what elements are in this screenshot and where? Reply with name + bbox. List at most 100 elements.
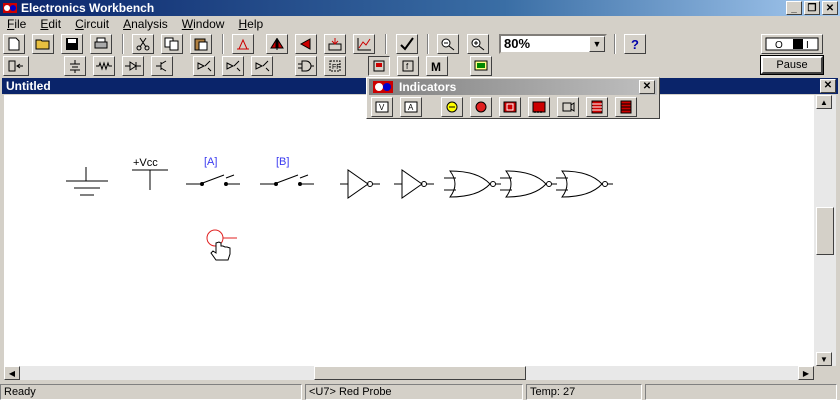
miscellaneous-bin-button[interactable]: M — [426, 56, 448, 76]
scroll-down-button[interactable]: ▼ — [816, 352, 832, 366]
flip-vertical-button[interactable] — [295, 34, 317, 54]
create-subcircuit-button[interactable] — [353, 34, 375, 54]
resistor-icon — [96, 61, 112, 71]
indicators-bin-button[interactable] — [368, 56, 390, 76]
copy-button[interactable] — [161, 34, 183, 54]
decoded-bargraph-button[interactable] — [615, 97, 637, 117]
cut-button[interactable] — [132, 34, 154, 54]
indicators-title-bar[interactable]: Indicators ✕ — [369, 79, 657, 95]
status-state: Ready — [0, 384, 302, 400]
vertical-scroll-thumb[interactable] — [816, 207, 834, 255]
menu-edit[interactable]: Edit — [33, 16, 68, 33]
graph-icon — [357, 38, 371, 51]
not-gate-1[interactable] — [340, 169, 380, 199]
description-button[interactable] — [396, 34, 418, 54]
transistors-bin-button[interactable] — [151, 56, 173, 76]
zoom-select[interactable]: 80% ▼ — [499, 34, 607, 54]
ground-component[interactable] — [66, 167, 108, 196]
circuit-schematic: +Vcc [A] [B] — [66, 156, 613, 261]
flip-horizontal-button[interactable] — [266, 34, 288, 54]
red-probe-component[interactable] — [206, 229, 237, 247]
vertical-scrollbar[interactable]: ▲ ▼ — [814, 95, 836, 366]
ammeter-button[interactable]: A — [400, 97, 422, 117]
menu-help[interactable]: Help — [231, 16, 270, 33]
scroll-up-button[interactable]: ▲ — [816, 95, 832, 109]
diodes-bin-button[interactable] — [122, 56, 144, 76]
logic-gate-icon — [298, 60, 314, 72]
paste-button[interactable] — [190, 34, 212, 54]
menu-analysis[interactable]: Analysis — [116, 16, 175, 33]
zoom-in-button[interactable] — [467, 34, 489, 54]
menu-circuit[interactable]: Circuit — [68, 16, 116, 33]
power-switch-icon: O I — [765, 37, 819, 51]
minimize-button[interactable]: _ — [786, 1, 802, 15]
hand-cursor-icon — [210, 241, 231, 261]
logic-gates-bin-button[interactable] — [295, 56, 317, 76]
switch-b-component[interactable] — [260, 174, 314, 186]
nor-gate-2[interactable] — [500, 170, 557, 198]
scroll-right-button[interactable]: ▶ — [798, 366, 814, 380]
digital-ics-bin-button[interactable] — [251, 56, 273, 76]
vcc-component[interactable] — [132, 169, 168, 190]
bulb-button[interactable] — [441, 97, 463, 117]
new-file-button[interactable] — [3, 34, 25, 54]
menu-window[interactable]: Window — [175, 16, 232, 33]
print-button[interactable] — [90, 34, 112, 54]
rotate-icon — [237, 38, 249, 50]
indicators-close-button[interactable]: ✕ — [639, 80, 655, 94]
menu-file[interactable]: File — [0, 16, 33, 33]
scroll-left-button[interactable]: ◀ — [4, 366, 20, 380]
red-probe-button[interactable] — [470, 97, 492, 117]
save-button[interactable] — [61, 34, 83, 54]
buzzer-icon — [562, 102, 575, 112]
menu-help-accelerator: H — [238, 17, 248, 31]
horizontal-scrollbar[interactable]: ◀ ▶ — [4, 366, 814, 380]
nor-gate-1[interactable] — [444, 170, 501, 198]
custom-bin-button[interactable] — [3, 56, 29, 76]
sources-bin-button[interactable] — [64, 56, 86, 76]
seven-segment-button[interactable] — [499, 97, 521, 117]
restore-button[interactable]: ❐ — [804, 1, 820, 15]
analog-ics-bin-button[interactable] — [193, 56, 215, 76]
menu-help-label: elp — [247, 17, 264, 31]
controls-bin-button[interactable]: f — [397, 56, 419, 76]
component-properties-button[interactable] — [324, 34, 346, 54]
indicators-logo-icon — [373, 81, 393, 93]
app-window: Electronics Workbench _ ❐ ✕ File Edit Ci… — [0, 0, 840, 400]
basic-bin-button[interactable] — [93, 56, 115, 76]
document-close-button[interactable]: ✕ — [820, 79, 836, 93]
switch-a-label: [A] — [204, 156, 217, 168]
bulb-icon — [446, 101, 458, 113]
flip-vertical-icon — [299, 38, 311, 50]
custom-bin-icon — [8, 60, 23, 72]
zoom-value: 80% — [504, 36, 531, 51]
nor-gate-3[interactable] — [556, 170, 613, 198]
menu-analysis-accelerator: A — [123, 17, 132, 31]
rotate-button[interactable] — [232, 34, 254, 54]
close-button[interactable]: ✕ — [822, 1, 838, 15]
svg-text:f: f — [406, 62, 409, 71]
zoom-out-button[interactable] — [437, 34, 459, 54]
seven-segment-icon — [503, 101, 517, 113]
menu-circuit-accelerator: C — [75, 17, 84, 31]
main-toolbar: ? — [0, 34, 760, 56]
buzzer-button[interactable] — [557, 97, 579, 117]
bargraph-button[interactable] — [586, 97, 608, 117]
switch-a-component[interactable] — [186, 174, 240, 186]
circuit-canvas[interactable]: +Vcc [A] [B] — [4, 95, 814, 366]
help-button[interactable]: ? — [624, 34, 646, 54]
flip-horizontal-icon — [270, 38, 284, 50]
decoded-seven-segment-button[interactable] — [528, 97, 550, 117]
pause-button[interactable]: Pause — [760, 55, 824, 75]
voltmeter-button[interactable]: V — [371, 97, 393, 117]
horizontal-scroll-thumb[interactable] — [314, 366, 526, 380]
chevron-down-icon[interactable]: ▼ — [589, 36, 605, 52]
svg-text:FF: FF — [332, 64, 341, 71]
power-switch[interactable]: O I — [761, 34, 823, 54]
mixed-ics-bin-button[interactable] — [222, 56, 244, 76]
digital-bin-button[interactable]: FF — [324, 56, 346, 76]
scissors-icon — [136, 37, 150, 51]
not-gate-2[interactable] — [394, 169, 434, 199]
open-file-button[interactable] — [32, 34, 54, 54]
instruments-bin-button[interactable] — [470, 56, 492, 76]
